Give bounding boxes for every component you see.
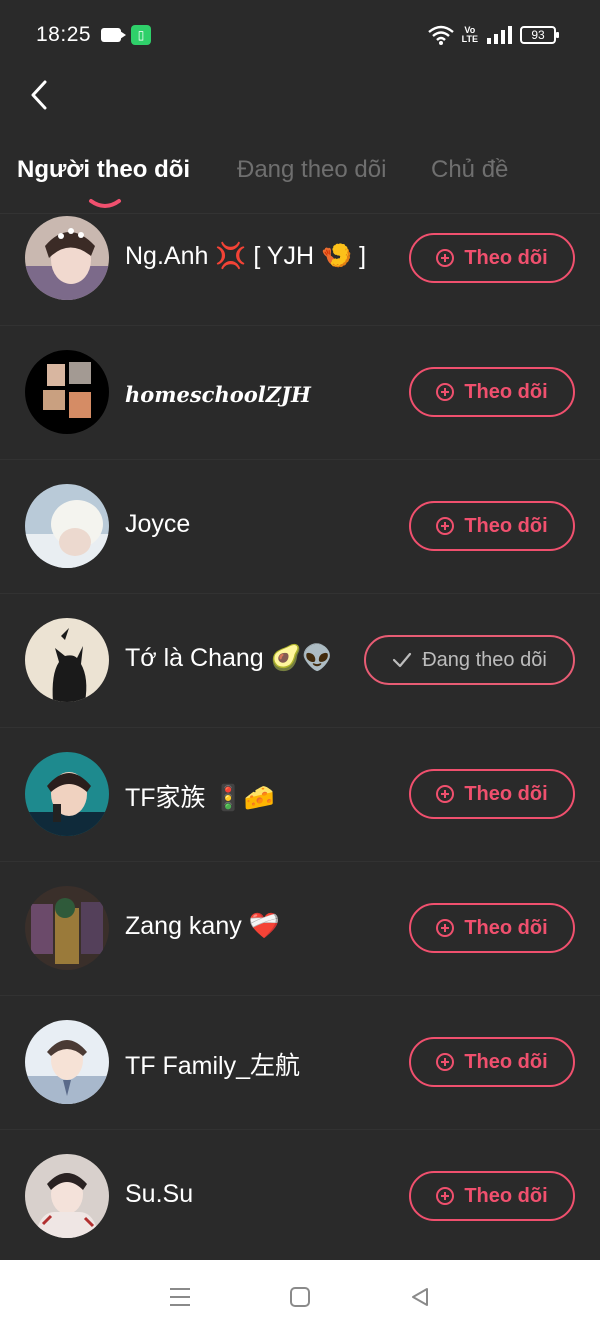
avatar[interactable] (25, 752, 109, 836)
follow-button[interactable]: Theo dõi (409, 501, 575, 551)
menu-icon (170, 1287, 190, 1306)
status-right: Vo LTE 93 (427, 25, 559, 45)
home-button[interactable] (280, 1277, 320, 1317)
list-item[interactable]: Tớ là Chang 🥑👽 Đang theo dõi (0, 594, 600, 728)
battery-icon: 93 (520, 26, 559, 44)
username[interactable]: Joyce (125, 510, 190, 539)
volte-icon: Vo LTE (461, 25, 478, 44)
avatar-image (25, 484, 109, 568)
check-icon (393, 652, 412, 668)
plus-circle-icon (436, 517, 455, 535)
plus-circle-icon (436, 919, 455, 937)
avatar-image (25, 618, 109, 702)
avatar[interactable] (25, 618, 109, 702)
follow-button[interactable]: Theo dõi (409, 233, 575, 283)
avatar-image (25, 216, 109, 300)
follow-button[interactable]: Theo dõi (409, 1037, 575, 1087)
tab-topics[interactable]: Chủ đề (431, 156, 508, 184)
username[interactable]: Ng.Anh 💢 [ YJH 🍤 ] (125, 242, 366, 271)
username[interactable]: TF家族 🚦🧀 (125, 778, 275, 814)
menu-button[interactable] (160, 1277, 200, 1317)
back-nav-button[interactable] (400, 1277, 440, 1317)
username[interactable]: homeschoolZJH (125, 382, 311, 407)
follow-button[interactable]: Theo dõi (409, 769, 575, 819)
avatar-image (25, 752, 109, 836)
plus-circle-icon (436, 1187, 455, 1205)
avatar[interactable] (25, 484, 109, 568)
tab-followers[interactable]: Người theo dõi (17, 156, 190, 184)
list-item[interactable]: Su.Su Theo dõi (0, 1130, 600, 1264)
plus-circle-icon (436, 383, 455, 401)
follow-button[interactable]: Theo dõi (409, 1171, 575, 1221)
follow-button[interactable]: Theo dõi (409, 903, 575, 953)
wifi-icon (427, 25, 454, 45)
avatar[interactable] (25, 1154, 109, 1238)
battery-saver-icon: ▯ (131, 25, 152, 45)
status-bar: 18:25 ▯ Vo LTE 93 (0, 0, 600, 70)
username[interactable]: Su.Su (125, 1180, 193, 1209)
avatar[interactable] (25, 1020, 109, 1104)
avatar[interactable] (25, 350, 109, 434)
avatar-image (25, 1020, 109, 1104)
username[interactable]: Tớ là Chang 🥑👽 (125, 644, 333, 673)
plus-circle-icon (436, 249, 455, 267)
list-item[interactable]: Ng.Anh 💢 [ YJH 🍤 ] Theo dõi (0, 192, 600, 326)
system-nav-bar (0, 1260, 600, 1333)
list-item[interactable]: Zang kany ❤️‍🩹 Theo dõi (0, 862, 600, 996)
plus-circle-icon (436, 785, 455, 803)
status-left: 18:25 ▯ (36, 23, 152, 47)
screen-record-icon (101, 28, 127, 42)
list-item[interactable]: homeschoolZJH Theo dõi (0, 326, 600, 460)
back-button[interactable] (22, 76, 56, 114)
list-item[interactable]: TF Family_左航 Theo dõi (0, 996, 600, 1130)
avatar-image (25, 350, 109, 434)
list-item[interactable]: TF家族 🚦🧀 Theo dõi (0, 728, 600, 862)
avatar-image (25, 1154, 109, 1238)
signal-icon (487, 26, 512, 44)
username[interactable]: TF Family_左航 (125, 1046, 300, 1082)
tab-following[interactable]: Đang theo dõi (237, 156, 386, 184)
username[interactable]: Zang kany ❤️‍🩹 (125, 912, 280, 941)
chevron-left-icon (31, 80, 47, 110)
avatar[interactable] (25, 216, 109, 300)
back-triangle-icon (412, 1287, 428, 1306)
home-square-icon (290, 1286, 310, 1307)
follow-button[interactable]: Theo dõi (409, 367, 575, 417)
list-item[interactable]: Joyce Theo dõi (0, 460, 600, 594)
following-button[interactable]: Đang theo dõi (364, 635, 575, 685)
clock: 18:25 (36, 23, 92, 46)
plus-circle-icon (436, 1053, 455, 1071)
avatar[interactable] (25, 886, 109, 970)
avatar-image (25, 886, 109, 970)
